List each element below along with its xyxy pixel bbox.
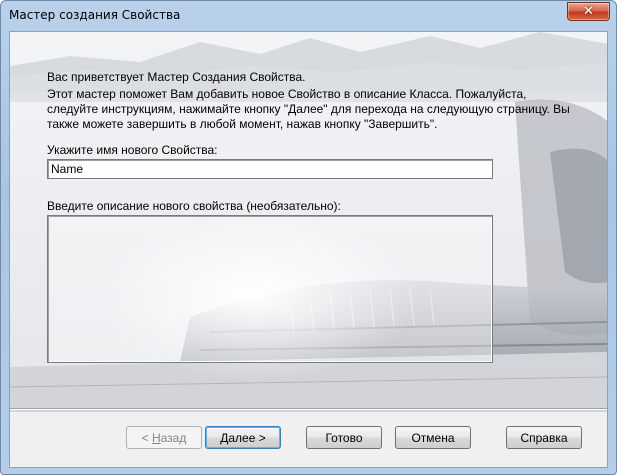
- welcome-text: Вас приветствует Мастер Создания Свойств…: [47, 70, 306, 84]
- property-name-label: Укажите имя нового Свойства:: [47, 143, 218, 157]
- close-icon: ✕: [583, 4, 594, 19]
- wizard-content: Вас приветствует Мастер Создания Свойств…: [10, 32, 607, 467]
- next-button-accel: Д: [220, 430, 229, 445]
- property-name-input[interactable]: [47, 159, 493, 179]
- help-button[interactable]: Справка: [506, 426, 582, 449]
- back-button-rest: азад: [160, 430, 187, 445]
- back-button-accel: Н: [151, 430, 161, 445]
- property-description-label: Введите описание нового свойства (необяз…: [47, 199, 341, 213]
- dialog-client-area: Вас приветствует Мастер Создания Свойств…: [9, 31, 608, 468]
- title-bar[interactable]: Мастер создания Свойства ✕: [1, 1, 616, 31]
- finish-button[interactable]: Готово: [306, 426, 382, 449]
- button-divider: [10, 408, 607, 410]
- close-button[interactable]: ✕: [567, 2, 610, 21]
- property-description-textarea[interactable]: [47, 215, 493, 363]
- window-title: Мастер создания Свойства: [9, 8, 181, 22]
- wizard-window: Мастер создания Свойства ✕ Вас приветств…: [0, 0, 617, 475]
- back-button[interactable]: < Назад: [126, 426, 202, 449]
- instructions-text: Этот мастер поможет Вам добавить новое С…: [47, 87, 570, 131]
- next-button[interactable]: Далее >: [205, 426, 281, 449]
- cancel-button[interactable]: Отмена: [395, 426, 471, 449]
- back-button-prefix: <: [141, 430, 152, 445]
- next-button-rest: алее >: [228, 430, 266, 445]
